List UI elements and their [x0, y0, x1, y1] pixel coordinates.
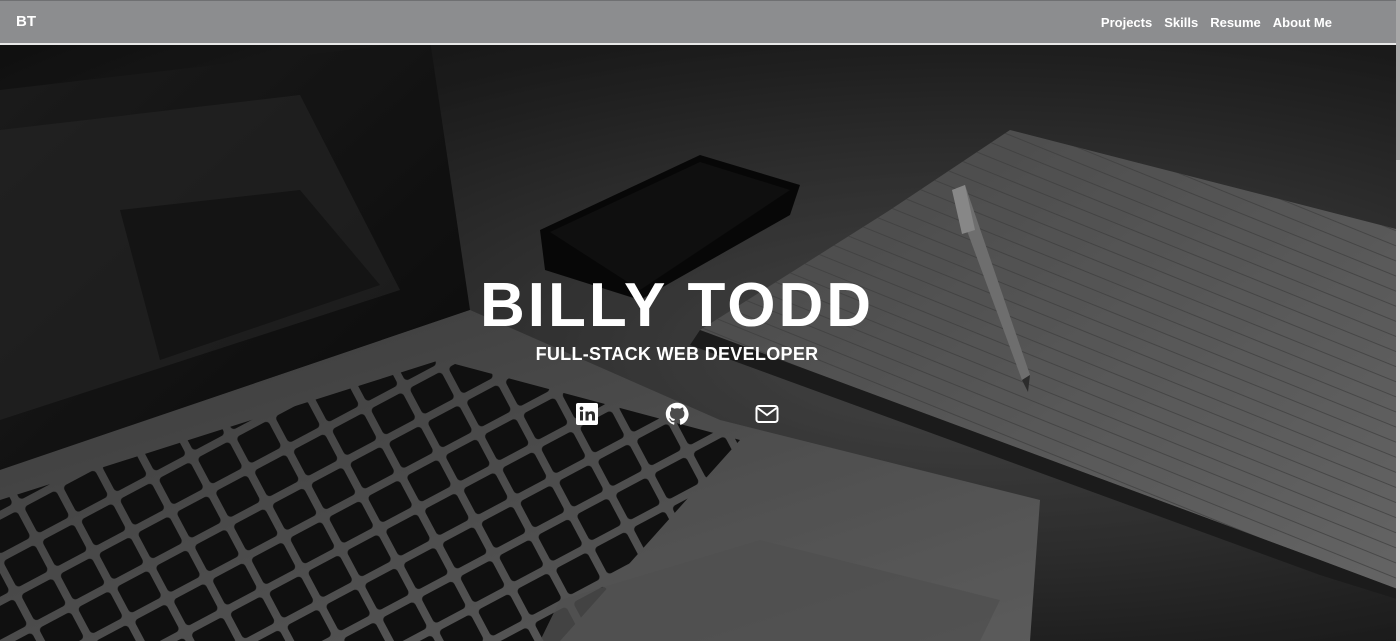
- linkedin-icon: [576, 403, 598, 425]
- nav-link-projects[interactable]: Projects: [1101, 15, 1152, 30]
- email-link[interactable]: [755, 402, 779, 426]
- github-link[interactable]: [665, 402, 689, 426]
- github-icon: [665, 402, 689, 425]
- hero-subtitle: FULL-STACK WEB DEVELOPER: [535, 344, 819, 364]
- hero-title: BILLY TODD: [479, 271, 875, 340]
- envelope-icon: [755, 405, 779, 423]
- social-links: [0, 402, 1354, 426]
- page: BT Projects Skills Resume About Me BILLY…: [0, 0, 1400, 641]
- nav-link-resume[interactable]: Resume: [1210, 15, 1261, 30]
- nav-link-about-me[interactable]: About Me: [1273, 15, 1332, 30]
- page-scrollbar-thumb[interactable]: [1396, 0, 1400, 160]
- navbar: BT Projects Skills Resume About Me: [0, 0, 1396, 45]
- brand-logo-link[interactable]: BT: [16, 13, 36, 30]
- nav-links: Projects Skills Resume About Me: [1101, 15, 1332, 30]
- hero-content: BILLY TODD FULL-STACK WEB DEVELOPER: [0, 270, 1354, 365]
- linkedin-link[interactable]: [575, 402, 599, 426]
- nav-link-skills[interactable]: Skills: [1164, 15, 1198, 30]
